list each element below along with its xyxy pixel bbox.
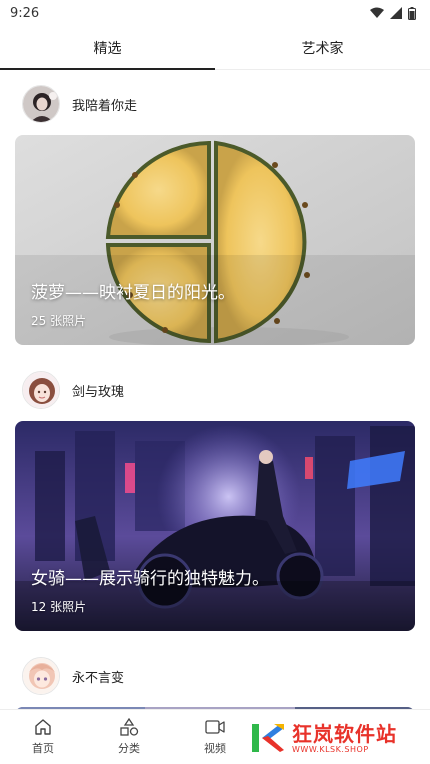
- username[interactable]: 剑与玫瑰: [72, 381, 124, 400]
- nav-category-label: 分类: [118, 742, 140, 755]
- watermark-texts: 狂岚软件站 WWW.KLSK.SHOP: [292, 723, 397, 754]
- signal-icon: [390, 7, 402, 19]
- video-icon: [205, 720, 225, 734]
- username[interactable]: 永不言变: [72, 667, 124, 686]
- nav-video[interactable]: 视频: [172, 710, 258, 764]
- watermark-text: 狂岚软件站: [292, 721, 397, 746]
- avatar[interactable]: [22, 657, 60, 695]
- feed: 我陪着你走 菠萝——映衬夏日的阳光。 25 张照片 剑与玫瑰 女骑——展示骑行的…: [0, 71, 430, 709]
- album-title: 菠萝——映衬夏日的阳光。: [31, 283, 235, 303]
- username[interactable]: 我陪着你走: [72, 95, 137, 114]
- status-icons: [370, 6, 416, 20]
- tab-featured[interactable]: 精选: [0, 26, 215, 70]
- nav-home-label: 首页: [32, 742, 54, 755]
- tab-artists[interactable]: 艺术家: [215, 26, 430, 69]
- status-time: 9:26: [10, 5, 40, 21]
- status-bar: 9:26: [0, 0, 430, 26]
- album-card[interactable]: 菠萝——映衬夏日的阳光。 25 张照片: [15, 135, 415, 345]
- nav-home[interactable]: 首页: [0, 710, 86, 764]
- category-icon: [120, 718, 139, 736]
- avatar[interactable]: [22, 371, 60, 409]
- album-title: 女骑——展示骑行的独特魅力。: [31, 569, 269, 589]
- photo-count: 12 张照片: [31, 600, 87, 614]
- photo-count: 25 张照片: [31, 314, 87, 328]
- nav-video-label: 视频: [204, 742, 226, 755]
- battery-icon: [408, 6, 416, 20]
- wifi-icon: [370, 7, 384, 18]
- post-header[interactable]: 我陪着你走: [22, 85, 137, 123]
- nav-category[interactable]: 分类: [86, 710, 172, 764]
- album-card[interactable]: 女骑——展示骑行的独特魅力。 12 张照片: [15, 421, 415, 631]
- post-header[interactable]: 剑与玫瑰: [22, 371, 124, 409]
- avatar[interactable]: [22, 85, 60, 123]
- home-icon: [35, 719, 51, 735]
- top-tabs: 精选 艺术家: [0, 26, 430, 70]
- watermark-icon: [250, 722, 286, 754]
- watermark-url: WWW.KLSK.SHOP: [292, 744, 369, 754]
- watermark-logo: 狂岚软件站 WWW.KLSK.SHOP: [250, 718, 420, 758]
- post-header[interactable]: 永不言变: [22, 657, 124, 695]
